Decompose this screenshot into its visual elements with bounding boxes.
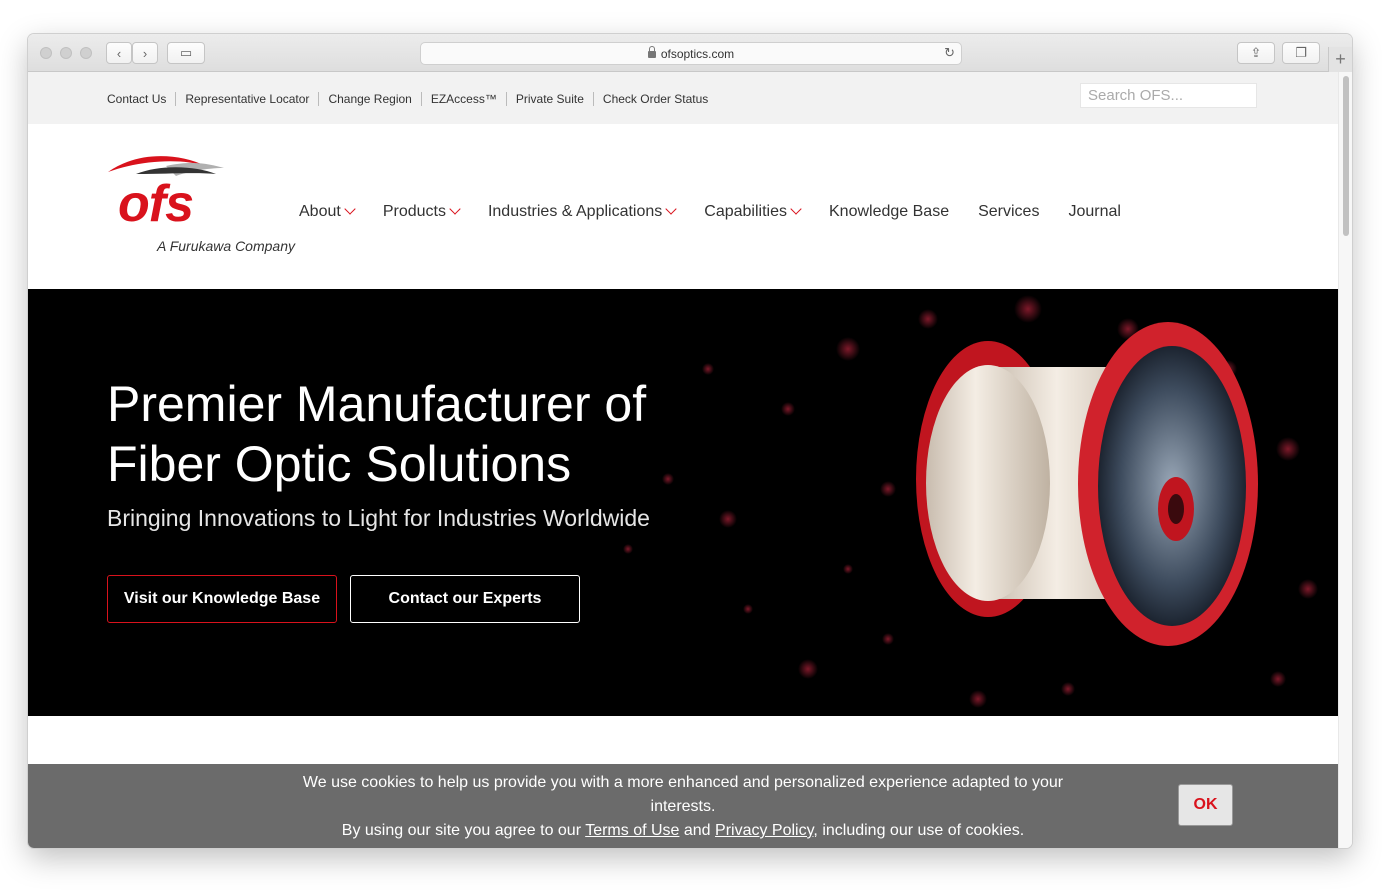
cookie-line-2: By using our site you agree to our Terms… [298,819,1068,843]
chevron-down-icon [790,203,802,215]
nav-item-products[interactable]: Products [382,203,461,221]
show-tabs-button[interactable]: ❐ [1282,42,1320,64]
browser-window: ‹ › ▭ ofsoptics.com ↻ ⇪ ❐ + Contact Us R… [28,34,1352,848]
private-suite-link[interactable]: Private Suite [505,92,593,106]
zoom-window-button[interactable] [80,47,92,59]
visit-knowledge-base-button[interactable]: Visit our Knowledge Base [107,575,337,623]
page-viewport: Contact Us Representative Locator Change… [28,72,1338,848]
cookie-and-text: and [679,822,716,839]
nav-item-knowledge-base[interactable]: Knowledge Base [829,203,949,221]
nav-label: Capabilities [704,203,787,220]
nav-item-about[interactable]: About [299,203,356,221]
new-tab-button[interactable]: + [1328,47,1352,72]
chevron-right-icon: › [142,45,148,61]
cookie-ok-button[interactable]: OK [1178,784,1233,826]
contact-us-link[interactable]: Contact Us [107,92,175,106]
minimize-window-button[interactable] [60,47,72,59]
utility-bar: Contact Us Representative Locator Change… [28,72,1338,124]
page-scrollbar[interactable] [1338,72,1352,848]
fiber-spool-image [916,322,1258,646]
hero-background [623,295,1318,708]
utility-links: Contact Us Representative Locator Change… [107,92,717,106]
cookie-message: We use cookies to help us provide you wi… [298,771,1068,843]
sidebar-icon: ▭ [179,45,193,60]
address-bar[interactable]: ofsoptics.com ↻ [420,42,962,65]
hero-banner: Premier Manufacturer of Fiber Optic Solu… [28,289,1338,716]
cookie-line-1: We use cookies to help us provide you wi… [302,774,1064,815]
nav-label: Services [978,203,1040,220]
chevron-left-icon: ‹ [116,45,122,61]
close-window-button[interactable] [40,47,52,59]
reload-icon[interactable]: ↻ [944,45,955,61]
back-button[interactable]: ‹ [106,42,132,64]
privacy-policy-link[interactable]: Privacy Policy [715,822,813,839]
nav-label: Knowledge Base [829,203,950,220]
scrollbar-thumb[interactable] [1343,76,1349,236]
lock-icon [647,46,656,58]
share-button[interactable]: ⇪ [1237,42,1275,64]
logo-text: ofs [118,175,194,233]
logo-tagline: A Furukawa Company [157,238,295,254]
chevron-down-icon [665,203,677,215]
ofs-logo[interactable]: ofs A Furukawa Company [106,154,306,264]
url-text: ofsoptics.com [660,46,735,61]
nav-item-industries[interactable]: Industries & Applications [487,203,677,221]
chevron-down-icon [344,203,356,215]
forward-button[interactable]: › [132,42,158,64]
cookie-line-2-prefix: By using our site you agree to our [341,822,586,839]
hero-title: Premier Manufacturer of Fiber Optic Solu… [107,376,647,492]
chevron-down-icon [449,203,461,215]
change-region-link[interactable]: Change Region [318,92,420,106]
cookie-line-2-suffix: , including our use of cookies. [813,822,1025,839]
search-input[interactable] [1080,83,1257,108]
tabs-icon: ❐ [1295,45,1307,60]
nav-item-capabilities[interactable]: Capabilities [704,203,802,221]
hero-subtitle: Bringing Innovations to Light for Indust… [107,505,650,531]
nav-label: Products [382,203,446,220]
nav-label: About [299,203,341,220]
main-nav: About Products Industries & Applications… [299,203,1150,221]
ezaccess-link[interactable]: EZAccess™ [420,92,506,106]
terms-of-use-link[interactable]: Terms of Use [585,822,679,839]
share-icon: ⇪ [1250,45,1262,60]
contact-experts-button[interactable]: Contact our Experts [350,575,580,623]
site-header: ofs A Furukawa Company About Products In… [28,124,1338,289]
check-order-status-link[interactable]: Check Order Status [592,92,717,106]
nav-label: Industries & Applications [487,203,663,220]
plus-icon: + [1335,49,1346,69]
representative-locator-link[interactable]: Representative Locator [175,92,318,106]
nav-item-services[interactable]: Services [978,203,1039,221]
sidebar-button[interactable]: ▭ [167,42,205,64]
nav-item-journal[interactable]: Journal [1068,203,1120,221]
nav-label: Journal [1068,203,1121,220]
cookie-banner: We use cookies to help us provide you wi… [28,764,1338,848]
browser-toolbar: ‹ › ▭ ofsoptics.com ↻ ⇪ ❐ + [28,34,1352,72]
